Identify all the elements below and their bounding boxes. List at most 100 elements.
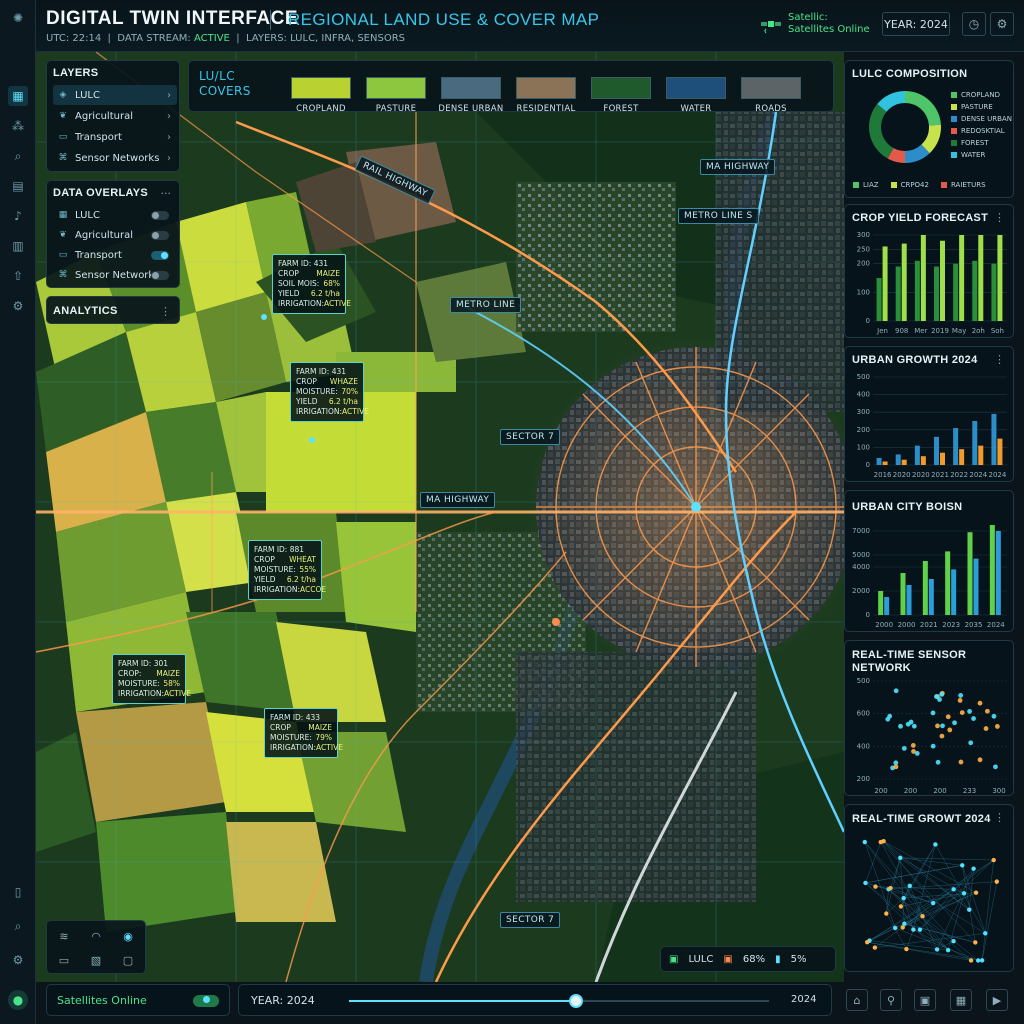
x-tick-label: Jen <box>876 327 888 335</box>
y-tick-label: 400 <box>857 742 870 750</box>
chart-icon[interactable]: ▥ <box>8 236 28 256</box>
overlay-item-sensors[interactable]: ⌘ Sensor Networks <box>53 265 177 285</box>
location-pin-icon[interactable]: ◉ <box>119 927 137 945</box>
bar <box>940 452 945 465</box>
more-icon[interactable]: ⋮ <box>160 305 171 318</box>
y-tick-label: 4000 <box>852 563 870 571</box>
farm-card[interactable]: FARM ID: 881 CROP WHEAT MOISTURE: 55% YIEL… <box>248 540 326 600</box>
analytics-panel[interactable]: ANALYTICS ⋮ <box>46 296 180 324</box>
label-metro-line[interactable]: METRO LINE <box>450 297 522 313</box>
sensor-network-title: REAL-TIME SENSOR NETWORK <box>852 649 966 675</box>
farm-value: WHAZE <box>329 377 358 386</box>
farm-value: 70% <box>341 387 358 396</box>
display-icon: ▣ <box>919 993 931 1007</box>
timeline-track[interactable] <box>349 994 769 1008</box>
network-node <box>945 947 951 953</box>
farm-key: YIELD <box>296 397 318 406</box>
label-sector-7-a[interactable]: SECTOR 7 <box>500 429 561 445</box>
overlay-toggle-sensors[interactable] <box>151 270 169 280</box>
overlay-item-lulc[interactable]: ▦ LULC <box>53 205 177 225</box>
label-metro-line-s[interactable]: METRO LINE S <box>678 208 759 224</box>
legend-swatch[interactable] <box>516 77 576 99</box>
label-sector-7-b[interactable]: SECTOR 7 <box>500 912 561 928</box>
x-tick-label: Mer <box>914 327 927 335</box>
overlay-toggle-transport[interactable] <box>151 250 169 260</box>
bar <box>989 525 995 615</box>
play-button[interactable]: ▶ <box>986 989 1008 1011</box>
settings-icon[interactable]: ⚙ <box>8 296 28 316</box>
network-node <box>902 921 907 926</box>
layer-item-agricultural[interactable]: ❦ Agricultural › <box>53 106 177 126</box>
farm-card[interactable]: FARM ID: 431 CROP MAIZE SOIL MOIS: 68% YIE… <box>272 254 351 314</box>
lock-button[interactable]: ⌂ <box>846 989 868 1011</box>
sensor-point <box>971 716 976 721</box>
urban-growth-widget: URBAN GROWTH 2024 ⋮ 0 100 200 300 400 500 2016… <box>844 346 1014 482</box>
label-ma-highway-mid[interactable]: MA HIGHWAY <box>420 492 496 508</box>
overlay-item-transport[interactable]: ▭ Transport <box>53 245 177 265</box>
document-icon[interactable]: ▤ <box>8 176 28 196</box>
legend-text: DENSE URBAN <box>961 115 1012 123</box>
more-icon[interactable]: ··· <box>161 187 172 200</box>
network-node <box>976 958 981 963</box>
legend-swatch[interactable] <box>291 77 351 99</box>
layer-item-transport[interactable]: ▭ Transport › <box>53 127 177 147</box>
legend-swatch[interactable] <box>741 77 801 99</box>
display-button[interactable]: ▣ <box>914 989 936 1011</box>
timeline-handle[interactable] <box>568 994 583 1008</box>
farm-value: 68% <box>323 279 340 288</box>
network-edge <box>867 941 983 961</box>
book-icon[interactable]: ▯ <box>8 882 28 902</box>
farm-card[interactable]: FARM ID: 431 CROP WHAZE MOISTURE: 70% YIEL… <box>290 362 369 422</box>
legend-swatch[interactable] <box>591 77 651 99</box>
legend-swatch[interactable] <box>366 77 426 99</box>
grid-button[interactable]: ▦ <box>950 989 972 1011</box>
tree-button[interactable]: ⚲ <box>880 989 902 1011</box>
legend-swatch[interactable] <box>441 77 501 99</box>
sensor-point <box>994 724 1000 729</box>
user-avatar-icon[interactable]: ● <box>8 990 28 1010</box>
monitor-icon[interactable]: ▢ <box>119 951 137 969</box>
search-rail-icon[interactable]: ⌕ <box>8 146 28 166</box>
more-icon[interactable]: ⋮ <box>994 811 1005 824</box>
legend-text: CROPLAND <box>961 91 1000 99</box>
bar <box>940 240 945 321</box>
network-node <box>888 885 893 891</box>
label-ma-highway-top[interactable]: MA HIGHWAY <box>700 159 776 175</box>
dashboard-icon[interactable]: ▦ <box>8 86 28 106</box>
legend-swatch <box>951 152 957 158</box>
signal-icon[interactable]: ◠ <box>87 927 105 945</box>
more-icon[interactable]: ⋮ <box>994 353 1005 366</box>
image-icon[interactable]: ▧ <box>87 951 105 969</box>
year-selector[interactable]: YEAR: 2024 <box>882 12 950 36</box>
x-tick-label: 200 <box>874 787 887 795</box>
x-tick-label: 2019 <box>931 327 949 335</box>
search-icon[interactable]: ⌕ <box>8 916 28 936</box>
sensor-point <box>939 691 945 697</box>
app-title: DIGITAL TWIN INTERFACE <box>46 8 299 29</box>
wifi-icon[interactable]: ≋ <box>55 927 73 945</box>
legend-swatch[interactable] <box>666 77 726 99</box>
upload-icon[interactable]: ⇧ <box>8 266 28 286</box>
farm-value: 6.2 t/ha <box>286 575 316 584</box>
network-icon[interactable]: ⁂ <box>8 116 28 136</box>
satellites-toggle[interactable] <box>193 995 219 1007</box>
gear-icon[interactable]: ⚙ <box>8 950 28 970</box>
farm-card[interactable]: FARM ID: 301 CROP: MAIZE MOISTURE: 58% IRR… <box>112 654 191 704</box>
bar <box>901 243 907 321</box>
farm-value: MAIZE <box>316 269 340 278</box>
bar <box>878 591 884 615</box>
layer-item-sensors[interactable]: ⌘ Sensor Networks › <box>53 148 177 168</box>
bell-icon[interactable]: ♪ <box>8 206 28 226</box>
overlay-toggle-agricultural[interactable] <box>151 230 169 240</box>
farm-card[interactable]: FARM ID: 433 CROP MAIZE MOISTURE: 79% IRRI… <box>264 708 343 758</box>
more-icon[interactable]: ⋮ <box>994 211 1005 224</box>
overlay-item-agricultural[interactable]: ❦ Agricultural <box>53 225 177 245</box>
overlay-toggle-lulc[interactable] <box>151 210 169 220</box>
clock-button[interactable]: ◷ <box>962 12 986 36</box>
overlays-title: DATA OVERLAYS <box>53 187 148 199</box>
settings-button[interactable]: ⚙ <box>990 12 1014 36</box>
overlays-panel: DATA OVERLAYS ··· ▦ LULC ❦ Agricultural ▭ T… <box>46 180 180 288</box>
camera-icon[interactable]: ▭ <box>55 951 73 969</box>
layer-item-lulc[interactable]: ◈ LULC › <box>53 85 177 105</box>
layers-panel: LAYERS ◈ LULC › ❦ Agricultural › ▭ Transport ›… <box>46 60 180 172</box>
